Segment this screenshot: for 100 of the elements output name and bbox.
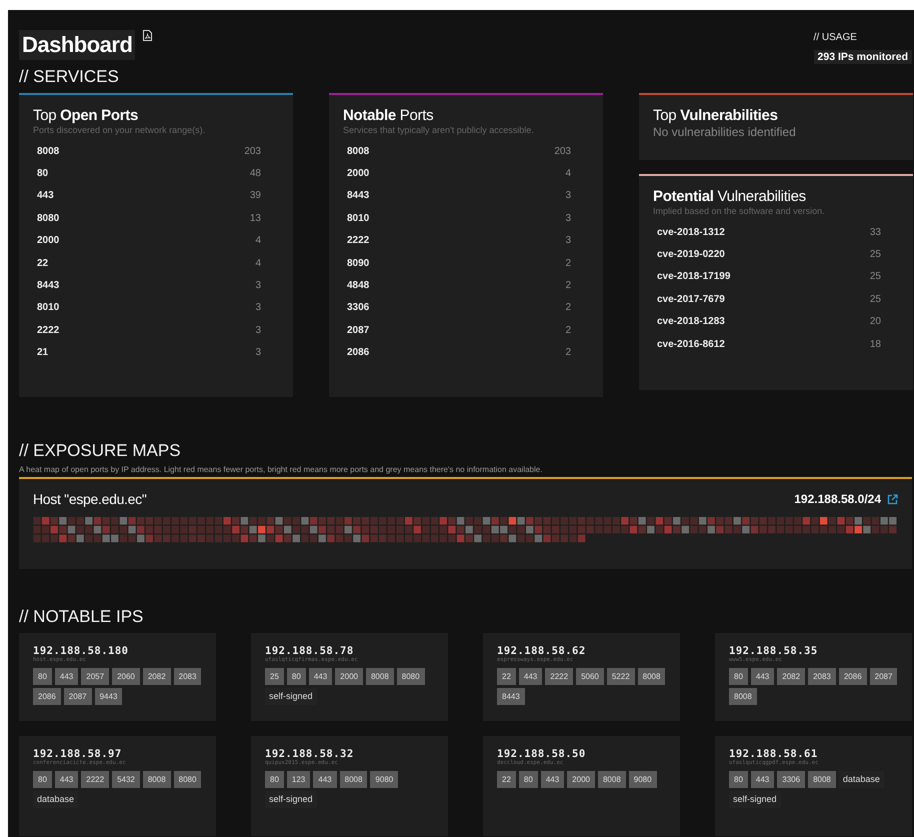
row-count: 2 (565, 258, 571, 269)
port-tag: 8008 (366, 668, 394, 685)
port-tag: 8080 (174, 771, 202, 788)
port-tag: 2086 (838, 668, 867, 685)
row-count: 39 (250, 190, 261, 202)
row-label: 2222 (37, 324, 60, 336)
port-tag: 443 (750, 668, 774, 685)
row-label: cve-2018-17199 (657, 271, 730, 282)
row-label: 8008 (347, 146, 370, 157)
port-tag: 80 (33, 668, 52, 685)
port-tag: 80 (286, 668, 306, 685)
section-title: // NOTABLE IPS (19, 607, 144, 626)
page-title: Dashboard (19, 30, 136, 60)
row-count: 20 (870, 316, 881, 328)
port-tag: 443 (518, 668, 542, 685)
port-tag: 443 (750, 771, 774, 788)
port-tag: 80 (518, 771, 538, 788)
row-count: 18 (870, 338, 881, 350)
ip-address: 192.188.58.32 (265, 748, 355, 760)
row-label: 21 (37, 347, 48, 358)
row-label: 8010 (347, 212, 370, 224)
port-tag: 3306 (777, 771, 806, 788)
row-count: 2 (565, 347, 571, 358)
usage-label: // USAGE (814, 32, 857, 43)
label-tag: self-signed (265, 791, 317, 808)
row-label: 8008 (37, 146, 60, 157)
port-tag: 8008 (808, 771, 836, 788)
port-tag: 8008 (340, 771, 368, 788)
card-heading: Top Open Ports (33, 107, 140, 124)
port-tag: 443 (540, 771, 564, 788)
port-tag: 8008 (142, 771, 171, 788)
row-count: 3 (565, 190, 571, 202)
section-title: // SERVICES (19, 67, 119, 86)
card-subtitle: Implied based on the software and version. (653, 206, 826, 216)
label-tag: self-signed (265, 688, 317, 705)
row-count: 4 (565, 168, 571, 180)
section-description: A heat map of open ports by IP address. Light red means fewer ports, bright red means more ports and grey means there's no information available. (19, 465, 544, 474)
port-tag: 5222 (606, 668, 635, 685)
row-count: 4 (255, 235, 261, 246)
card-subtitle: No vulnerabilities identified (653, 125, 797, 139)
row-count: 3 (255, 347, 261, 358)
row-count: 13 (250, 212, 261, 224)
row-label: cve-2019-0220 (657, 249, 725, 260)
port-tag: 2222 (545, 668, 574, 685)
row-count: 2 (565, 324, 571, 336)
port-tag: 2083 (174, 668, 202, 685)
port-tag: 2082 (777, 668, 806, 685)
label-tag: self-signed (729, 791, 781, 808)
row-label: 80 (37, 168, 48, 180)
row-count: 3 (565, 235, 571, 246)
port-tag: 22 (497, 668, 516, 685)
row-count: 203 (554, 146, 571, 157)
external-link-icon[interactable] (887, 494, 898, 504)
port-tag: 8008 (638, 668, 666, 685)
port-tag: 2087 (64, 688, 92, 705)
label-tag: database (33, 791, 78, 808)
row-count: 25 (870, 294, 881, 305)
card-heading: Top Vulnerabilities (653, 107, 779, 124)
ip-address: 192.188.58.35 (729, 645, 819, 657)
row-label: 8010 (37, 302, 60, 314)
port-tag: 2000 (567, 771, 595, 788)
port-tag: 443 (313, 771, 337, 788)
row-label: cve-2018-1312 (657, 226, 725, 238)
port-tag: 5432 (112, 771, 140, 788)
ip-address: 192.188.58.180 (33, 645, 130, 657)
card-heading: Potential Vulnerabilities (653, 188, 807, 205)
port-tag: 2057 (81, 668, 110, 685)
row-count: 2 (565, 280, 571, 292)
pdf-icon[interactable] (143, 30, 152, 41)
row-label: cve-2016-8612 (657, 338, 725, 350)
port-tag: 80 (729, 771, 748, 788)
row-label: 8080 (37, 212, 60, 224)
port-tag: 8008 (598, 771, 626, 788)
row-count: 3 (255, 280, 261, 292)
row-count: 3 (255, 302, 261, 314)
port-tag: 9080 (370, 771, 398, 788)
port-tag: 2082 (142, 668, 171, 685)
port-tag: 8080 (396, 668, 425, 685)
row-count: 25 (870, 249, 881, 260)
ip-address: 192.188.58.50 (497, 748, 587, 760)
usage-count: 293 IPs monitored (814, 50, 912, 64)
port-tag: 2222 (81, 771, 110, 788)
row-count: 4 (255, 258, 261, 269)
port-tag: 9080 (628, 771, 657, 788)
ip-range: 192.188.58.0/24 (794, 492, 881, 506)
row-count: 33 (870, 226, 881, 238)
card-subtitle: Services that typically aren't publicly accessible. (343, 125, 535, 135)
port-tag: 80 (265, 771, 284, 788)
ip-address: 192.188.58.61 (729, 748, 819, 760)
row-count: 203 (244, 146, 261, 157)
section-title: // EXPOSURE MAPS (19, 441, 181, 460)
ip-address: 192.188.58.97 (33, 748, 122, 760)
port-tag: 443 (54, 668, 78, 685)
ip-address: 192.188.58.62 (497, 645, 587, 657)
row-label: 2087 (347, 324, 370, 336)
row-label: 443 (37, 190, 54, 202)
label-tag: database (838, 771, 884, 788)
port-tag: 2086 (33, 688, 61, 705)
row-label: 2000 (37, 235, 60, 246)
row-label: 2086 (347, 347, 370, 358)
